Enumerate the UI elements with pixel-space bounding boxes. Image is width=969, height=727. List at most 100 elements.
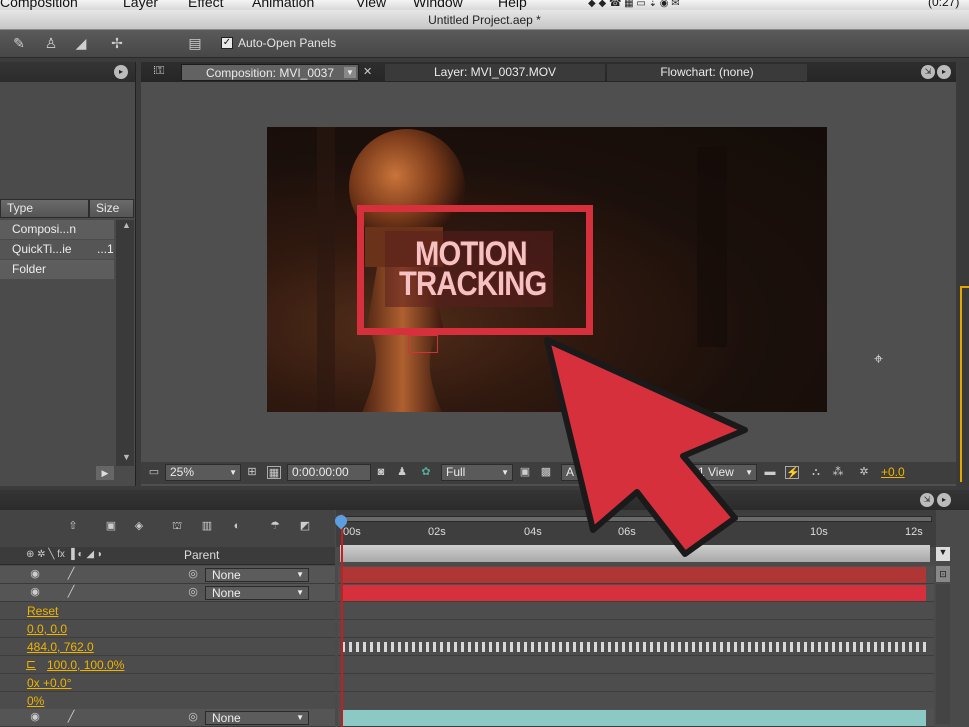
project-row[interactable]: QuickTi...ie ...1 [0,240,114,259]
magnification-dropdown[interactable]: 25% ▼ [165,464,241,481]
parent-dropdown[interactable]: None ▼ [205,586,309,600]
panel-expand-icon[interactable]: ⇲ [921,65,935,79]
layer-row[interactable]: ◉ ╱ ◎ None ▼ [0,566,335,584]
quality-icon[interactable]: ╱ [64,711,78,724]
region-of-interest-icon[interactable]: ▣ [518,466,532,479]
parent-dropdown[interactable]: None ▼ [205,568,309,582]
track-point-box[interactable] [408,335,438,353]
highlight-box [357,205,593,335]
auto-open-panels-checkbox[interactable]: ✓ [221,37,233,49]
ruler-label: 12s [905,526,923,538]
panel-menu-icon[interactable]: ▸ [114,65,128,79]
visibility-icon[interactable]: ◉ [28,586,42,599]
property-value[interactable]: 100.0, 100.0% [47,658,124,672]
visibility-icon[interactable]: ◉ [28,568,42,581]
column-header-type[interactable]: Type [0,199,89,218]
toggle-pixel-aspect-icon[interactable]: ▬ [763,466,777,479]
comp-marker-icon[interactable]: ▼ [936,547,950,561]
parent-pickwhip-icon[interactable]: ◎ [186,711,200,724]
chevron-down-icon[interactable]: ▼ [344,67,356,78]
brush-tool-icon[interactable]: ✎ [10,34,28,52]
layer-lock-icon[interactable]: ⊡ [936,566,950,582]
scroll-up-icon[interactable]: ▲ [122,220,131,230]
always-preview-icon[interactable]: ▭ [147,466,161,479]
motion-blur-icon[interactable]: ◐ [230,520,244,533]
property-value[interactable]: 0% [27,694,44,708]
layer-row[interactable]: ◉ ╱ ◎ None ▼ [0,709,335,727]
tab-flowchart[interactable]: Flowchart: (none) [607,64,807,81]
tab-composition[interactable]: Composition: MVI_0037 ▼ [181,64,359,81]
menu-help[interactable]: Help [498,0,527,10]
parent-pickwhip-icon[interactable]: ◎ [186,568,200,581]
property-value[interactable]: 0.0, 0.0 [27,622,67,636]
resolution-dropdown[interactable]: Full ▼ [441,464,513,481]
panel-menu-icon[interactable]: ▸ [937,65,951,79]
parent-dropdown[interactable]: None ▼ [205,711,309,725]
timeline-switch-bar: ⇧ ▣ ◈ ⛫ ▥ ◐ ☂ ◩ [0,510,335,547]
workspace-icon[interactable]: ▤ [186,34,204,52]
property-row: 0.0, 0.0 [0,620,335,638]
current-time-indicator[interactable] [341,514,343,727]
parent-pickwhip-icon[interactable]: ◎ [186,586,200,599]
property-value[interactable]: Reset [27,604,58,618]
menu-window[interactable]: Window [413,0,463,10]
visibility-icon[interactable]: ◉ [28,711,42,724]
menu-effect[interactable]: Effect [188,0,224,10]
quality-icon[interactable]: ╱ [64,568,78,581]
safe-margins-icon[interactable]: ⊞ [245,466,259,479]
scroll-down-icon[interactable]: ▼ [122,452,131,462]
project-panel-header: ▸ [0,62,135,82]
tab-layer-label: Layer: MVI_0037.MOV [433,65,557,79]
project-flowchart-icon[interactable]: ▶ [96,466,114,480]
layer-duration-bar[interactable] [342,710,926,726]
menu-animation[interactable]: Animation [252,0,314,10]
channel-icon[interactable]: ✿ [419,466,433,479]
parent-column-header[interactable]: Parent [184,548,219,562]
reset-exposure-icon[interactable]: ✲ [857,466,871,479]
hide-shy-layers-icon[interactable]: ⛫ [170,520,184,533]
tab-composition-label: Composition: MVI_0037 [205,66,335,80]
project-row[interactable]: Folder [0,260,114,279]
flowchart-icon[interactable]: ⁂ [831,466,845,479]
lock-icon[interactable]: ⁞⚿ [153,65,164,78]
project-row[interactable]: Composi...n [0,220,114,239]
menu-layer[interactable]: Layer [123,0,158,10]
comp-mini-flowchart-icon[interactable]: ⇧ [66,520,80,533]
window-title: Untitled Project.aep * [428,13,541,27]
eraser-tool-icon[interactable]: ◢ [72,34,90,52]
panel-menu-icon[interactable]: ▸ [937,493,951,507]
fast-previews-icon[interactable]: ⚡ [785,466,800,479]
menu-view[interactable]: View [356,0,386,10]
project-scrollbar[interactable] [116,220,134,466]
layer-duration-bar[interactable] [342,585,926,601]
timeline-scrollbar[interactable] [936,584,950,724]
property-value[interactable]: 484.0, 762.0 [27,640,94,654]
layer-row[interactable]: ◉ ╱ ◎ None ▼ [0,584,335,602]
property-value[interactable]: 0x +0.0° [27,676,72,690]
live-update-icon[interactable]: ▣ [104,520,118,533]
magnification-value: 25% [170,465,195,479]
brainstorm-icon[interactable]: ☂ [268,520,282,533]
panel-expand-icon[interactable]: ⇲ [920,493,934,507]
project-row-type: QuickTi...ie [12,242,72,256]
show-snapshot-icon[interactable]: ♟ [395,466,409,479]
graph-editor-icon[interactable]: ◩ [298,520,312,533]
frame-blending-icon[interactable]: ▥ [200,520,214,533]
column-header-size[interactable]: Size [89,199,134,218]
mask-visibility-icon[interactable]: ▦ [267,466,281,479]
menu-composition[interactable]: Composition [0,0,78,10]
property-track [338,692,934,710]
constrain-proportions-icon[interactable]: ⊏ [24,658,38,671]
quality-icon[interactable]: ╱ [64,586,78,599]
layer-duration-bar[interactable] [342,567,926,583]
puppet-pin-tool-icon[interactable]: ✢ [108,34,126,52]
draft-3d-icon[interactable]: ◈ [132,520,146,533]
keyframe-strip[interactable] [342,642,926,652]
timeline-icon[interactable]: ⛬ [809,466,823,479]
close-tab-icon[interactable]: ✕ [363,65,372,78]
current-time-display[interactable]: 0:00:00:00 [287,464,371,481]
clone-stamp-tool-icon[interactable]: ♙ [42,34,60,52]
exposure-value[interactable]: +0.0 [881,465,905,479]
tab-layer[interactable]: Layer: MVI_0037.MOV [385,64,605,81]
snapshot-icon[interactable]: ◙ [374,466,388,479]
